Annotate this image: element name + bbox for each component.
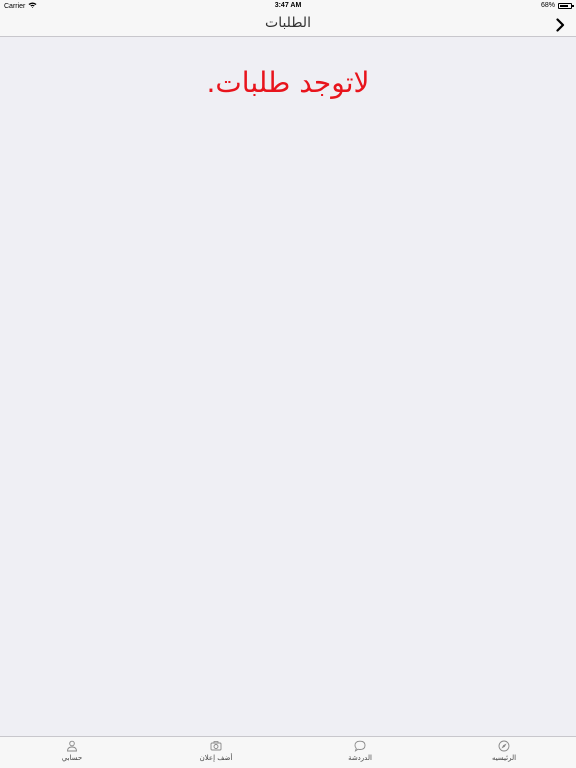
page-title: الطلبات	[265, 15, 311, 31]
empty-state-message: لاتوجد طلبات.	[206, 66, 370, 99]
tab-label-chat: الدردشة	[348, 754, 372, 762]
camera-icon	[210, 741, 222, 751]
compass-icon	[498, 740, 510, 752]
tab-label-account: حسابي	[61, 754, 83, 762]
back-button[interactable]	[552, 16, 568, 34]
navigation-bar: الطلبات	[0, 12, 576, 37]
chat-bubble-icon	[354, 740, 366, 752]
battery-percent: 68%	[540, 2, 555, 9]
tab-chat[interactable]: الدردشة	[315, 740, 405, 768]
status-bar: Carrier 3:47 AM 68%	[0, 0, 576, 12]
chevron-right-icon	[555, 18, 564, 32]
tab-label-add-ad: أضف إعلان	[199, 754, 233, 762]
tab-label-home: الرئيسيه	[491, 754, 517, 762]
person-icon	[67, 740, 77, 752]
main-content: لاتوجد طلبات.	[0, 38, 576, 736]
tab-bar: حسابي أضف إعلان الدردشة الرئيسيه	[0, 736, 576, 768]
status-time: 3:47 AM	[274, 2, 302, 9]
tab-account[interactable]: حسابي	[27, 740, 117, 768]
tab-add-ad[interactable]: أضف إعلان	[171, 740, 261, 768]
tab-home[interactable]: الرئيسيه	[459, 740, 549, 768]
battery-icon	[558, 2, 574, 9]
status-right: 68%	[540, 2, 574, 9]
